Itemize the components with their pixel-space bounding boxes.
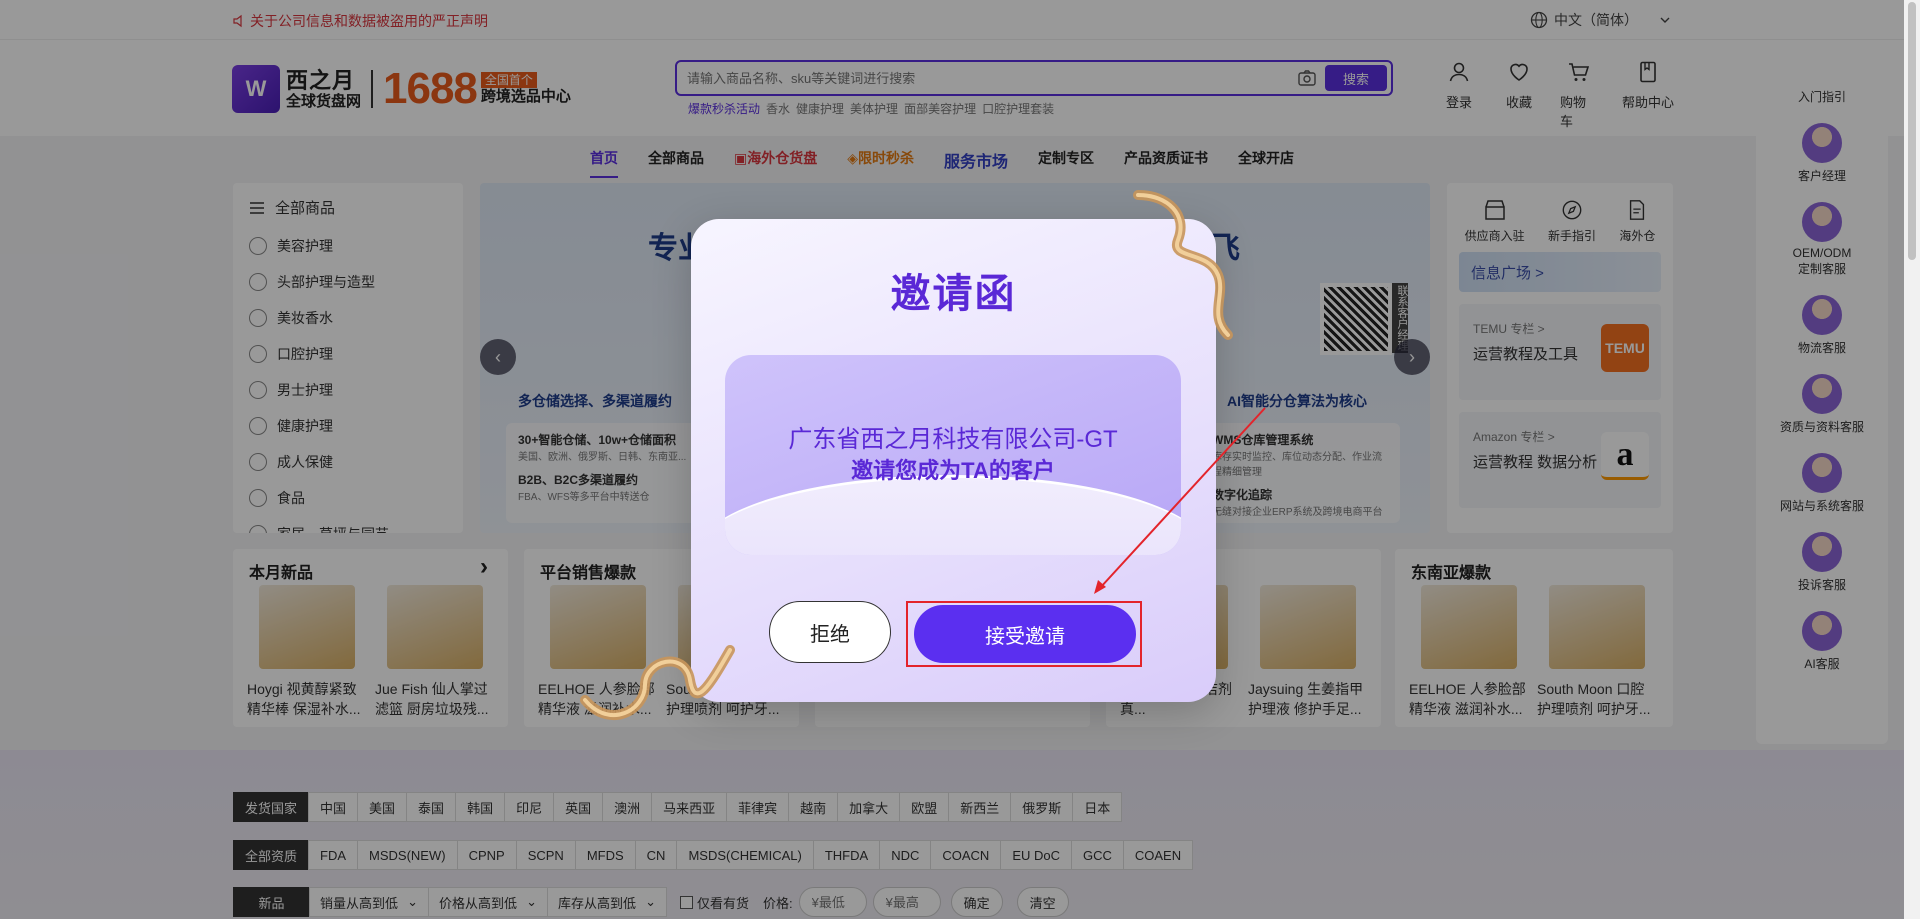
invitation-card: 广东省西之月科技有限公司-GT 邀请您成为TA的客户 [725,355,1181,555]
accept-highlight-box: 接受邀请 [906,601,1142,667]
page-scrollbar[interactable] [1904,0,1920,919]
accept-invitation-button[interactable]: 接受邀请 [914,605,1136,663]
invitation-message: 邀请您成为TA的客户 [851,458,1055,483]
inviter-name: 广东省西之月科技有限公司-GT [788,426,1118,453]
modal-title: 邀请函 [890,272,1017,316]
card-wave [725,475,1181,555]
invitation-modal: 邀请函 广东省西之月科技有限公司-GT 邀请您成为TA的客户 拒绝 接受邀请 [691,219,1216,702]
scrollbar-thumb[interactable] [1908,2,1916,260]
decline-button[interactable]: 拒绝 [769,601,891,663]
